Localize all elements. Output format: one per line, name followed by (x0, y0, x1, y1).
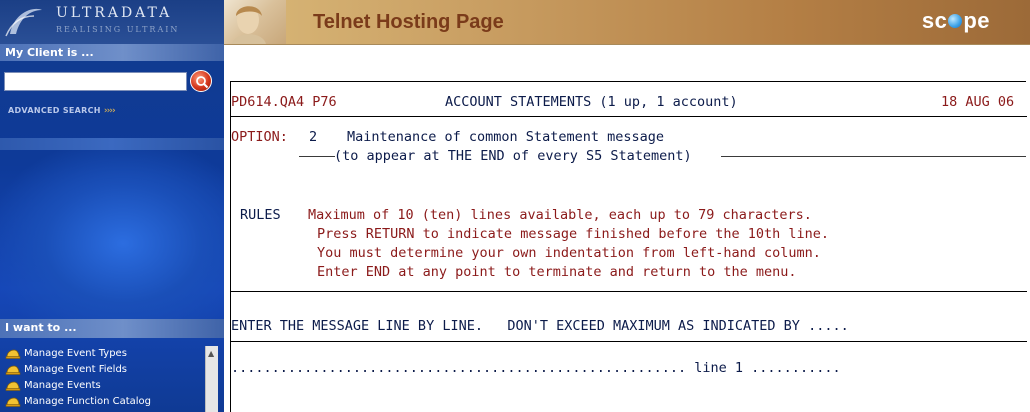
header-photo (224, 0, 286, 44)
sidebar-divider (0, 138, 224, 150)
hardhat-icon (5, 365, 21, 375)
search-icon (196, 76, 209, 89)
option-subtext: (to appear at THE END of every S5 Statem… (334, 148, 692, 164)
entry-rule (231, 341, 1027, 342)
advanced-search-link[interactable]: ADVANCED SEARCH ›››› (8, 106, 116, 116)
rules-rule (231, 291, 1027, 292)
hardhat-icon (5, 349, 21, 359)
brand-name: ULTRADATA (56, 5, 173, 21)
header-rule (231, 116, 1027, 117)
screen-date: 18 AUG 06 (941, 94, 1015, 110)
option-text: Maintenance of common Statement message (347, 129, 664, 145)
menu-item-manage-function-catalog[interactable]: Manage Function Catalog (0, 394, 224, 410)
sidebar-glow (0, 150, 224, 320)
entry-line-input[interactable]: ........................................… (231, 359, 841, 377)
i-want-heading: I want to ... (0, 319, 224, 338)
scroll-up-arrow-icon[interactable]: ▲ (208, 349, 214, 358)
rules-label: RULES (240, 207, 281, 223)
option-label: OPTION: (231, 129, 288, 145)
telnet-terminal[interactable]: PD614.QA4 P76 ACCOUNT STATEMENTS (1 up, … (230, 81, 1027, 412)
entry-instruction: ENTER THE MESSAGE LINE BY LINE. DON'T EX… (231, 318, 849, 334)
hardhat-icon (5, 381, 21, 391)
menu-item-manage-event-types[interactable]: Manage Event Types (0, 346, 224, 362)
page-header: Telnet Hosting Page sc pe (224, 0, 1030, 44)
menu-item-label: Manage Event Fields (24, 364, 128, 375)
menu-item-label: Manage Function Catalog (24, 396, 152, 407)
my-client-heading: My Client is ... (0, 44, 224, 61)
rule-line: Maximum of 10 (ten) lines available, eac… (308, 207, 812, 223)
action-menu: Manage Event Types Manage Event Fields M… (0, 346, 224, 410)
menu-scrollbar[interactable]: ▲ (205, 346, 218, 412)
person-photo-icon (232, 6, 266, 44)
globe-icon (948, 14, 963, 29)
rule-line: You must determine your own indentation … (317, 245, 821, 261)
hardhat-icon (5, 397, 21, 407)
scope-logo: sc pe (922, 8, 990, 34)
screen-title: ACCOUNT STATEMENTS (1 up, 1 account) (445, 94, 738, 110)
brand-tagline: REALISING ULTRAIN (56, 25, 180, 34)
swoosh-icon (5, 8, 42, 37)
search-button[interactable] (190, 70, 212, 92)
option-number: 2 (309, 129, 318, 145)
brand-logo: ULTRADATA REALISING ULTRAIN (0, 0, 224, 44)
subtitle-rule-left (299, 156, 335, 157)
subtitle-rule-right (721, 156, 1026, 157)
sidebar: ULTRADATA REALISING ULTRAIN My Client is… (0, 0, 224, 412)
header-divider (224, 44, 1030, 45)
logo-text-end: pe (963, 8, 990, 33)
menu-item-manage-event-fields[interactable]: Manage Event Fields (0, 362, 224, 378)
page-title: Telnet Hosting Page (313, 11, 504, 33)
rule-line: Enter END at any point to terminate and … (317, 264, 797, 280)
screen-id: PD614.QA4 P76 (231, 94, 337, 110)
menu-item-label: Manage Event Types (24, 348, 127, 359)
logo-text-start: sc (921, 8, 948, 33)
menu-item-manage-events[interactable]: Manage Events (0, 378, 224, 394)
menu-item-label: Manage Events (24, 380, 101, 391)
rule-line: Press RETURN to indicate message finishe… (317, 226, 830, 242)
double-chevron-icon: ›››› (103, 106, 116, 116)
client-search-input[interactable] (4, 72, 187, 91)
advanced-search-label: ADVANCED SEARCH (8, 106, 101, 115)
